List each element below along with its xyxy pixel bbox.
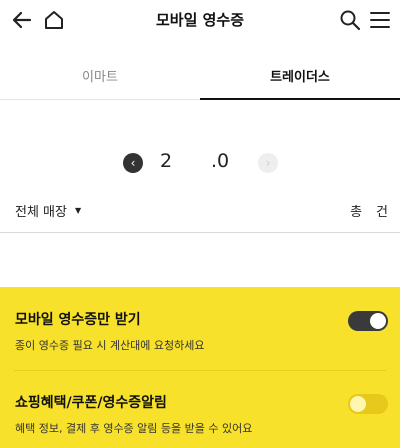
store-tabs: 이마트 트레이더스 (0, 58, 400, 100)
year-value: 2 (160, 150, 173, 172)
app-header: 모바일 영수증 (0, 0, 400, 40)
filter-row: 전체 매장 ▼ 총 건 (0, 201, 400, 223)
option-shopping-notifications: 쇼핑혜택/쿠폰/영수증알림 혜택 정보, 결제 후 영수증 알림 등을 받을 수… (15, 392, 388, 436)
store-filter-label: 전체 매장 (15, 205, 67, 220)
toggle-knob (370, 313, 386, 329)
next-month-button[interactable]: › (258, 153, 278, 173)
total-label: 총 (350, 205, 363, 220)
tab-traders[interactable]: 트레이더스 (200, 58, 400, 100)
mobile-receipt-toggle[interactable] (348, 311, 388, 331)
search-icon[interactable] (334, 4, 366, 36)
caret-down-icon: ▼ (74, 206, 82, 215)
count-unit: 건 (376, 205, 388, 220)
period-selector: ‹ 2 .0 › (0, 150, 400, 176)
option-description: 종이 영수증 필요 시 계산대에 요청하세요 (15, 339, 205, 352)
settings-panel: 모바일 영수증만 받기 종이 영수증 필요 시 계산대에 요청하세요 쇼핑혜택/… (0, 287, 400, 448)
option-description: 혜택 정보, 결제 후 영수증 알림 등을 받을 수 있어요 (15, 422, 253, 435)
option-title: 쇼핑혜택/쿠폰/영수증알림 (15, 395, 167, 411)
notifications-toggle[interactable] (348, 394, 388, 414)
toggle-knob (350, 396, 366, 412)
menu-icon[interactable] (364, 4, 396, 36)
prev-month-button[interactable]: ‹ (123, 153, 143, 173)
option-title: 모바일 영수증만 받기 (15, 312, 141, 328)
panel-separator (14, 370, 386, 371)
option-mobile-receipt-only: 모바일 영수증만 받기 종이 영수증 필요 시 계산대에 요청하세요 (15, 309, 388, 353)
total-count: 총 건 (350, 201, 388, 220)
month-value: .0 (211, 150, 230, 172)
tab-emart[interactable]: 이마트 (0, 58, 200, 100)
store-filter-dropdown[interactable]: 전체 매장 ▼ (15, 201, 81, 220)
divider (0, 232, 400, 233)
